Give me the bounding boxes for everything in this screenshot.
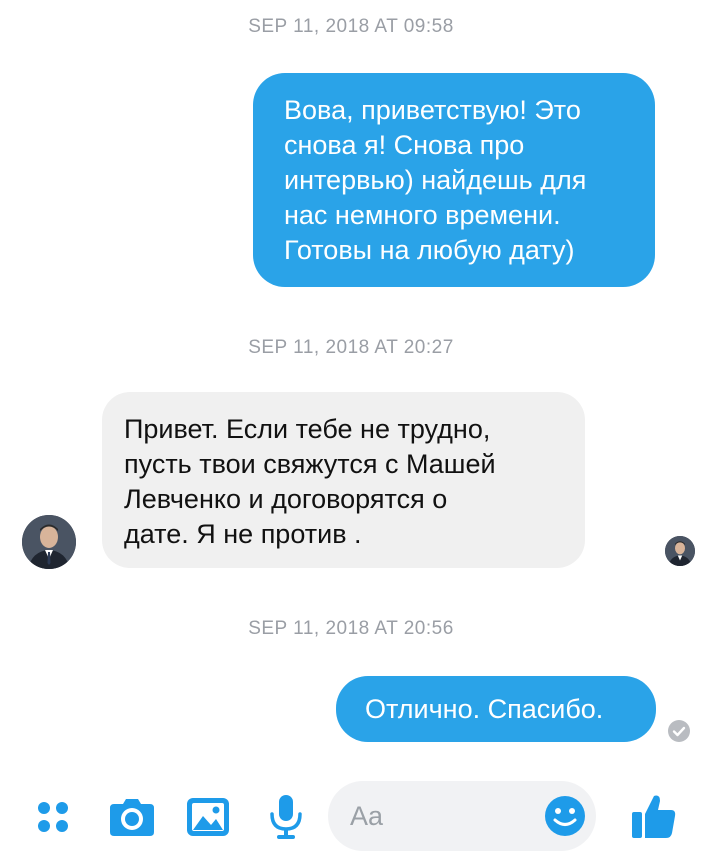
message-bubble-incoming[interactable]: Привет. Если тебе не трудно, пусть твои … [102,392,585,568]
camera-icon[interactable] [108,796,156,838]
message-line: снова я! Снова про [284,130,525,160]
emoji-icon[interactable] [544,795,586,837]
gallery-icon[interactable] [186,797,230,837]
microphone-icon[interactable] [269,794,303,840]
timestamp: SEP 11, 2018 AT 20:27 [248,337,454,358]
message-input-placeholder: Aa [350,801,384,831]
sent-check-icon [668,720,690,742]
message-line: Вова, приветствую! Это [284,95,581,125]
sender-avatar[interactable] [22,515,76,569]
message-line: дате. Я не против . [124,519,362,549]
read-receipt-avatar [665,536,695,566]
message-line: нас немного времени. [284,200,561,230]
timestamp: SEP 11, 2018 AT 09:58 [248,16,454,37]
message-line: Левченко и договорятся о [124,484,448,514]
message-line: Отлично. Спасибо. [365,694,604,724]
message-bubble-outgoing[interactable]: Отлично. Спасибо. [336,676,656,742]
thumbs-up-icon[interactable] [630,792,678,840]
timestamp: SEP 11, 2018 AT 20:56 [248,618,454,639]
message-line: пусть твои свяжутся с Машей [124,449,496,479]
message-line: Привет. Если тебе не трудно, [124,414,491,444]
message-bubble-outgoing[interactable]: Вова, приветствую! Это снова я! Снова пр… [253,73,655,287]
message-line: Готовы на любую дату) [284,235,575,265]
message-input[interactable]: Aa [328,781,596,851]
message-line: интервью) найдешь для [284,165,587,195]
apps-icon[interactable] [35,799,71,835]
